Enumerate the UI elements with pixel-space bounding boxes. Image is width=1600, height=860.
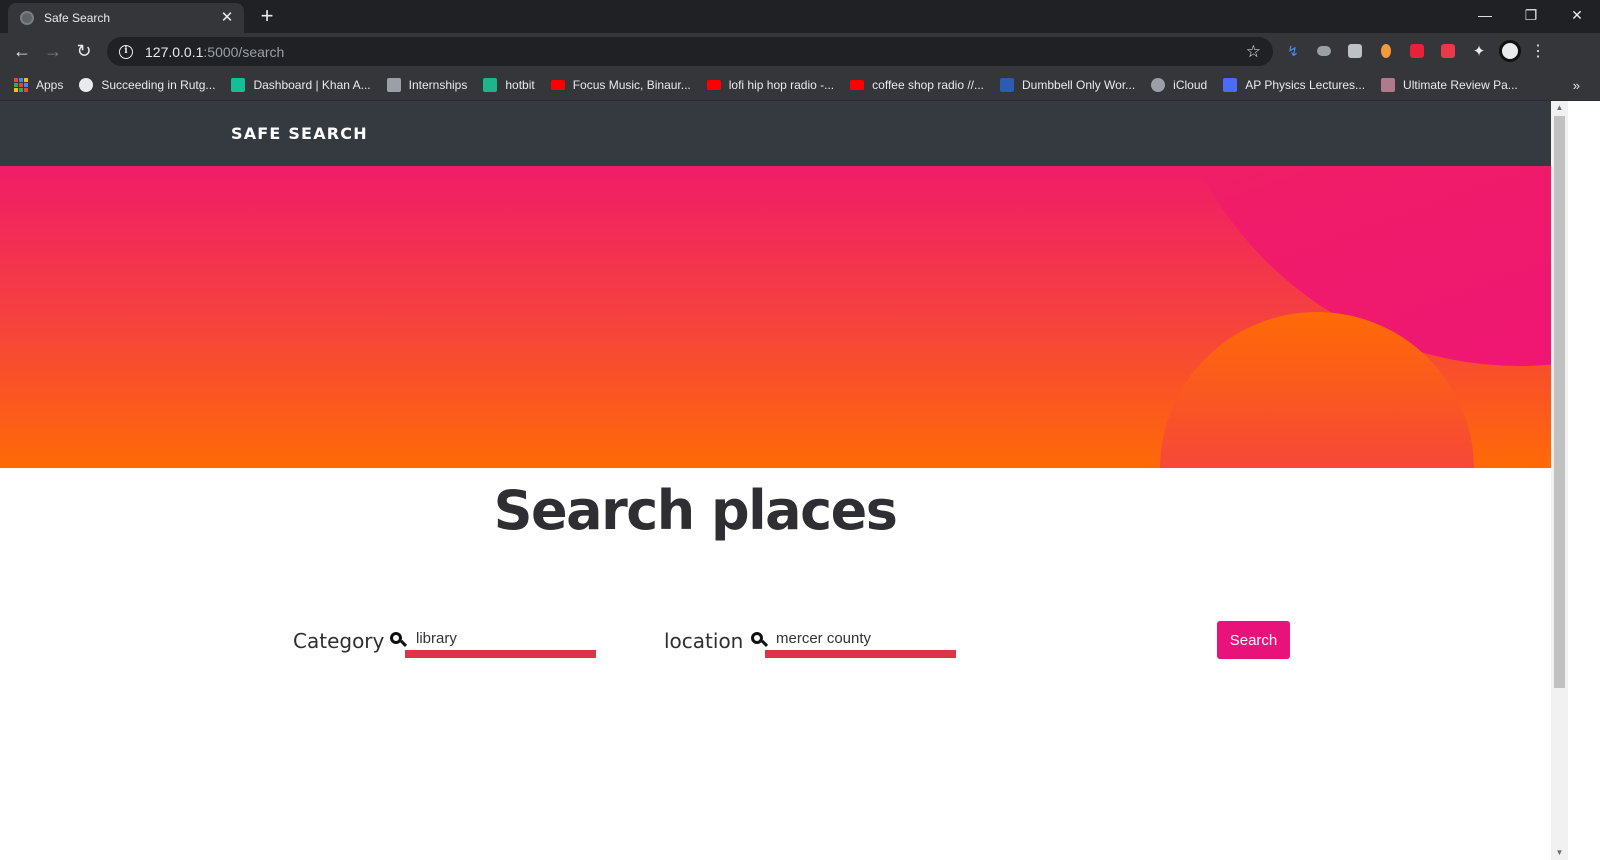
profile-avatar-icon[interactable] [1499, 40, 1521, 62]
extension-cloud-icon[interactable] [1313, 40, 1335, 62]
search-icon [390, 632, 408, 650]
dumbbell-icon [1000, 78, 1015, 92]
tab-favicon-icon [20, 11, 34, 25]
bookmark-item[interactable]: Focus Music, Binaur... [550, 78, 691, 92]
youtube-icon [850, 80, 865, 90]
restore-icon[interactable]: ❐ [1508, 0, 1554, 30]
site-info-icon[interactable]: i [119, 44, 133, 59]
bookmarks-bar: Apps Succeeding in Rutg... Dashboard | K… [0, 70, 1600, 101]
back-arrow-icon[interactable]: ← [9, 38, 35, 64]
scroll-down-arrow-icon[interactable]: ▼ [1551, 846, 1568, 860]
site-navbar: SAFE SEARCH [0, 101, 1551, 166]
page-title: Search places [493, 479, 898, 542]
bookmark-star-icon[interactable]: ☆ [1246, 42, 1261, 62]
browser-tab[interactable]: Safe Search ✕ [8, 3, 244, 33]
browser-menu-icon[interactable]: ⋮ [1530, 41, 1546, 61]
page-scrollbar[interactable]: ▲ ▼ [1551, 101, 1568, 860]
extension-video-icon[interactable] [1406, 40, 1428, 62]
tab-strip: Safe Search ✕ + — ❐ ✕ [0, 0, 1600, 33]
bookmark-item[interactable]: Ultimate Review Pa... [1381, 78, 1518, 92]
youtube-icon [706, 80, 721, 90]
location-input[interactable] [765, 623, 956, 653]
category-input[interactable] [405, 623, 596, 653]
bookmark-apps[interactable]: Apps [14, 78, 63, 92]
scroll-up-arrow-icon[interactable]: ▲ [1551, 101, 1568, 115]
bookmark-item[interactable]: AP Physics Lectures... [1223, 78, 1365, 92]
window-close-icon[interactable]: ✕ [1554, 0, 1600, 30]
bookmark-item[interactable]: iCloud [1151, 78, 1207, 92]
profile-photo-icon [1381, 78, 1396, 92]
scrollbar-thumb[interactable] [1554, 116, 1565, 688]
page-edge [1568, 101, 1600, 860]
bookmark-item[interactable]: lofi hip hop radio -... [706, 78, 834, 92]
close-tab-icon[interactable]: ✕ [218, 9, 236, 27]
forward-arrow-icon[interactable]: → [40, 38, 66, 64]
extension-bolt-icon[interactable]: ↯ [1282, 40, 1304, 62]
bookmark-item[interactable]: Dashboard | Khan A... [231, 78, 371, 92]
browser-toolbar: ← → ↻ i 127.0.0.1:5000/search ☆ ↯ ✦ ⋮ [0, 33, 1600, 70]
tab-title: Safe Search [44, 11, 111, 25]
minimize-icon[interactable]: — [1462, 0, 1508, 30]
more-bookmarks-icon[interactable]: » [1573, 78, 1580, 93]
search-form: Category location Search [0, 621, 1551, 681]
extension-honey-icon[interactable] [1375, 40, 1397, 62]
bookmark-item[interactable]: Succeeding in Rutg... [79, 78, 215, 92]
khan-academy-icon [231, 78, 246, 92]
globe-icon [79, 78, 94, 92]
address-bar[interactable]: i 127.0.0.1:5000/search ☆ [107, 37, 1273, 66]
hero-banner [0, 166, 1551, 468]
extension-grey-icon[interactable] [1344, 40, 1366, 62]
search-button[interactable]: Search [1217, 621, 1290, 659]
extension-shield-icon[interactable] [1437, 40, 1459, 62]
site-brand[interactable]: SAFE SEARCH [231, 124, 368, 143]
apple-icon [1151, 78, 1166, 92]
calendar-icon [1223, 78, 1238, 92]
hotbit-icon [483, 78, 498, 92]
reload-icon[interactable]: ↻ [71, 38, 97, 64]
category-label: Category [293, 629, 385, 653]
extensions-puzzle-icon[interactable]: ✦ [1468, 40, 1490, 62]
bookmark-item[interactable]: hotbit [483, 78, 535, 92]
bookmark-item[interactable]: Dumbbell Only Wor... [1000, 78, 1135, 92]
location-underline [765, 650, 956, 658]
bookmark-item[interactable]: coffee shop radio //... [850, 78, 984, 92]
window-controls: — ❐ ✕ [1462, 0, 1600, 30]
chart-icon [386, 78, 401, 92]
new-tab-button[interactable]: + [255, 4, 279, 28]
bookmark-item[interactable]: Internships [386, 78, 467, 92]
url-text[interactable]: 127.0.0.1:5000/search [145, 44, 1246, 60]
location-label: location [664, 629, 744, 653]
apps-grid-icon [14, 78, 28, 92]
extensions-area: ↯ ✦ ⋮ [1282, 40, 1546, 62]
page-viewport: SAFE SEARCH Search places Category locat… [0, 101, 1551, 860]
youtube-icon [550, 80, 565, 90]
category-underline [405, 650, 596, 658]
